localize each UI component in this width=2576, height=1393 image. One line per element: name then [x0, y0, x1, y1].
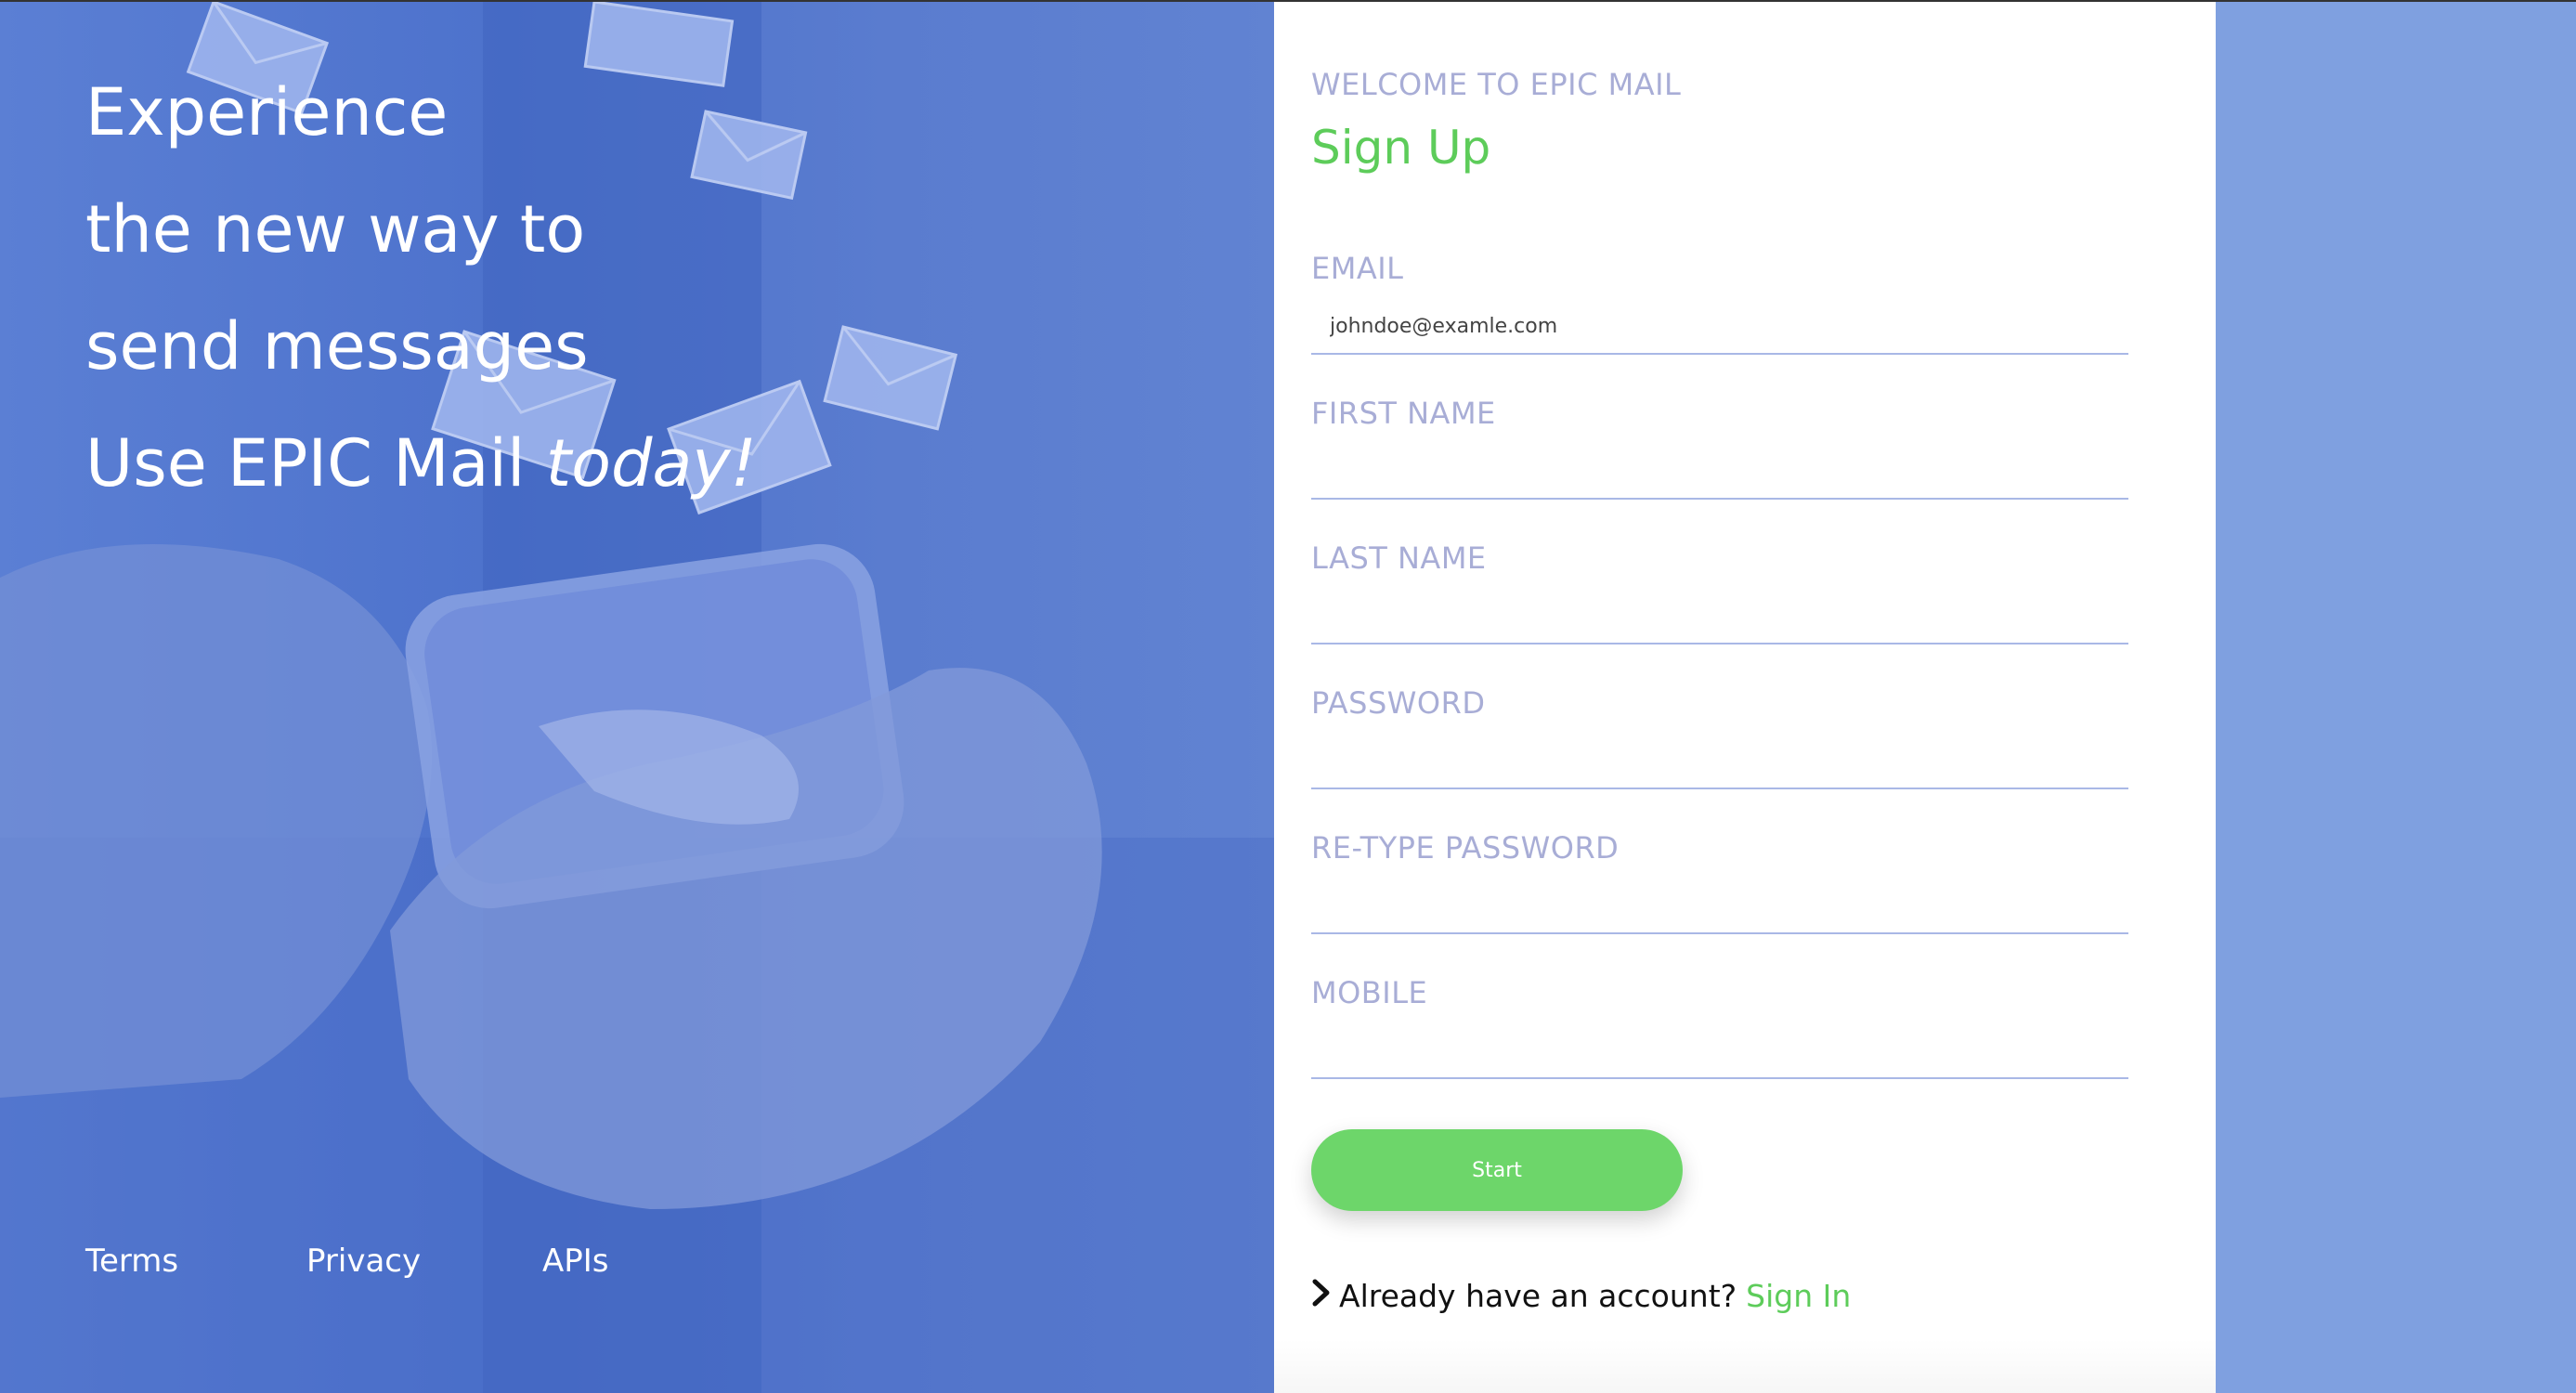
- password-field-group: PASSWORD: [1311, 685, 2128, 830]
- signup-page: Experience the new way to send messages …: [0, 0, 2576, 1393]
- signup-card: WELCOME TO EPIC MAIL Sign Up EMAIL FIRST…: [1274, 2, 2216, 1393]
- email-input[interactable]: [1311, 299, 2128, 355]
- email-field-group: EMAIL: [1311, 251, 2128, 396]
- signin-link[interactable]: Sign In: [1746, 1278, 1851, 1314]
- email-label: EMAIL: [1311, 251, 1404, 286]
- hero-line-4-emphasis: today!: [545, 425, 757, 501]
- hero-line-1: Experience: [85, 74, 449, 150]
- password-input[interactable]: [1311, 734, 2128, 789]
- footer-links: Terms Privacy APIs: [85, 1243, 609, 1280]
- retype-password-field-group: RE-TYPE PASSWORD: [1311, 830, 2128, 975]
- first-name-label: FIRST NAME: [1311, 396, 1496, 431]
- hero-panel: Experience the new way to send messages …: [0, 2, 1274, 1393]
- password-label: PASSWORD: [1311, 685, 1486, 721]
- mobile-input[interactable]: [1311, 1023, 2128, 1079]
- terms-link[interactable]: Terms: [85, 1243, 306, 1280]
- start-button[interactable]: Start: [1311, 1129, 1683, 1211]
- last-name-input[interactable]: [1311, 589, 2128, 644]
- welcome-heading: WELCOME TO EPIC MAIL: [1311, 67, 1682, 102]
- hero-headline: Experience the new way to send messages …: [85, 54, 757, 522]
- last-name-label: LAST NAME: [1311, 540, 1487, 576]
- hero-line-3: send messages: [85, 308, 589, 384]
- chevron-right-icon: [1311, 1278, 1335, 1314]
- already-have-account-text: Already have an account?: [1339, 1278, 1737, 1314]
- retype-password-label: RE-TYPE PASSWORD: [1311, 830, 1620, 866]
- hero-line-4-prefix: Use EPIC Mail: [85, 425, 546, 501]
- privacy-link[interactable]: Privacy: [306, 1243, 542, 1280]
- signin-prompt: Already have an account? Sign In: [1311, 1278, 1851, 1314]
- mobile-field-group: MOBILE: [1311, 975, 2128, 1120]
- card-bottom-shade: [1274, 1339, 2216, 1393]
- first-name-field-group: FIRST NAME: [1311, 396, 2128, 540]
- hero-line-4: Use EPIC Mail today!: [85, 405, 757, 522]
- signup-title: Sign Up: [1311, 121, 1491, 175]
- hero-line-2: the new way to: [85, 191, 586, 267]
- last-name-field-group: LAST NAME: [1311, 540, 2128, 685]
- retype-password-input[interactable]: [1311, 879, 2128, 934]
- apis-link[interactable]: APIs: [542, 1243, 609, 1280]
- first-name-input[interactable]: [1311, 444, 2128, 500]
- mobile-label: MOBILE: [1311, 975, 1428, 1010]
